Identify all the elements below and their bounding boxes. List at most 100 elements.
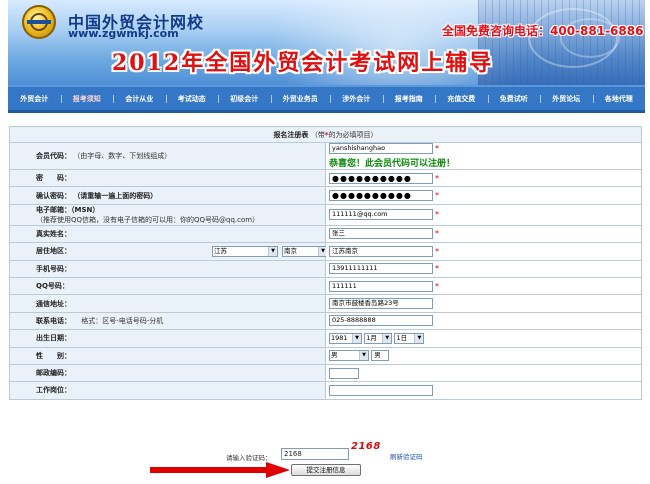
city-select-value: 南京	[284, 247, 297, 256]
member-code-ok-message: 恭喜您！此会员代码可以注册！	[329, 159, 456, 169]
refresh-captcha-link[interactable]: 刷新验证码	[390, 451, 423, 461]
row-region: 居住地区： 江苏 ▼ 南京 ▼ 江苏南京 *	[9, 242, 642, 261]
registration-table: 报名注册表 （带*的为必填项目） 会员代码： （由字母、数字、下划线组成） ya…	[9, 126, 642, 400]
logo-url[interactable]: www.zgwmkj.com	[68, 27, 179, 40]
real-name-label: 真实姓名：	[36, 229, 71, 238]
mobile-label: 手机号码：	[36, 264, 71, 273]
password-input[interactable]: ●●●●●●●●●●	[329, 172, 433, 184]
nav-item-kuaiji-congye[interactable]: 会计从业	[113, 94, 166, 104]
birth-day-value: 1日	[396, 333, 408, 342]
member-code-label: 会员代码：	[36, 152, 71, 160]
phone-input[interactable]: 025-8888888	[329, 315, 433, 327]
birth-month-value: 1月	[366, 333, 377, 342]
form-title-cell: 报名注册表 （带*的为必填项目）	[9, 126, 642, 143]
gender-select[interactable]: 男 ▼	[329, 350, 369, 362]
required-star-icon: *	[435, 229, 439, 239]
chevron-down-icon: ▼	[382, 333, 392, 343]
required-star-icon: *	[435, 173, 439, 183]
qq-input[interactable]: 111111	[329, 280, 433, 292]
chevron-down-icon: ▼	[359, 351, 368, 361]
gender-input[interactable]: 男	[371, 350, 390, 362]
gender-label: 性 别：	[36, 351, 71, 360]
province-select-value: 江苏	[214, 247, 227, 256]
site-banner: 中国外贸会计网校 www.zgwmkj.com 全国免费咨询电话：400-881…	[8, 0, 645, 85]
region-label: 居住地区：	[36, 247, 71, 256]
phone-label: 联系电话：	[36, 316, 71, 325]
birth-label: 出生日期：	[36, 334, 71, 343]
nav-item-mianfei-shiting[interactable]: 免费试听	[487, 94, 541, 104]
job-input[interactable]	[329, 384, 433, 396]
school-logo-icon[interactable]	[22, 5, 56, 39]
email-hint: （推荐使用QQ信箱，没有电子信箱的可以用：你的QQ号码@qq.com）	[36, 215, 260, 224]
mobile-input[interactable]: 13911111111	[329, 263, 433, 275]
hotline-text: 全国免费咨询电话：400-881-6886	[442, 24, 644, 38]
row-real-name: 真实姓名： 张三 *	[9, 224, 642, 244]
red-arrow-icon	[150, 462, 290, 478]
row-mobile: 手机号码： 13911111111 *	[9, 259, 642, 278]
city-select[interactable]: 南京 ▼	[282, 246, 328, 258]
nav-item-shewai-kuaiji[interactable]: 涉外会计	[330, 94, 383, 104]
nav-item-waimao-kuaiji[interactable]: 外贸会计	[8, 94, 61, 104]
nav-item-baokao-zhinan[interactable]: 报考指南	[382, 94, 436, 104]
nav-item-kaoshi-dongtai[interactable]: 考试动态	[165, 94, 219, 104]
job-label: 工作岗位：	[36, 386, 71, 395]
confirm-password-hint: （请重输一遍上面的密码）	[73, 191, 158, 200]
province-select[interactable]: 江苏 ▼	[212, 246, 278, 258]
banner-headline: 2012年全国外贸会计考试网上辅导	[112, 50, 494, 76]
confirm-password-label: 确认密码：	[36, 191, 71, 200]
captcha-label: 请输入验证码：	[226, 454, 272, 462]
nav-item-chuji-kuaiji[interactable]: 初级会计	[218, 94, 271, 104]
nav-item-gedi-daili[interactable]: 各地代理	[592, 94, 646, 104]
row-email: 电子邮箱：（MSN） （推荐使用QQ信箱，没有电子信箱的可以用：你的QQ号码@q…	[9, 203, 642, 226]
required-star-icon: *	[435, 281, 439, 291]
qq-label: QQ号码：	[36, 282, 69, 291]
row-qq: QQ号码： 111111 *	[9, 276, 642, 296]
email-label-suffix: （MSN）	[71, 205, 100, 214]
postcode-input[interactable]	[329, 367, 359, 379]
row-member-code: 会员代码： （由字母、数字、下划线组成） yanshishanghao * 恭喜您…	[9, 142, 642, 170]
member-code-input[interactable]: yanshishanghao	[329, 143, 433, 154]
address-label: 通信地址：	[36, 299, 71, 308]
address-input[interactable]: 南京市鼓楼香岛路23号	[329, 298, 433, 310]
row-password: 密 码： ●●●●●●●●●● *	[9, 168, 642, 188]
submit-registration-button[interactable]: 提交注册信息	[291, 464, 361, 476]
form-title-note-end: 的为必填项目）	[328, 130, 378, 139]
required-star-icon: *	[435, 191, 439, 201]
captcha-input[interactable]: 2168	[281, 448, 349, 460]
row-address: 通信地址： 南京市鼓楼香岛路23号	[9, 294, 642, 313]
nav-item-baokao-xuzhi[interactable]: 报考须知	[60, 94, 114, 104]
birth-day-select[interactable]: 1日 ▼	[394, 332, 425, 344]
birth-month-select[interactable]: 1月 ▼	[364, 332, 393, 344]
row-postcode: 邮政编码：	[9, 363, 642, 383]
real-name-input[interactable]: 张三	[329, 228, 433, 240]
member-code-hint: （由字母、数字、下划线组成）	[73, 152, 172, 160]
confirm-password-input[interactable]: ●●●●●●●●●●	[329, 190, 433, 202]
email-label: 电子邮箱：	[36, 205, 71, 214]
required-star-icon: *	[435, 210, 439, 220]
nav-item-waimao-luntan[interactable]: 外贸论坛	[540, 94, 593, 104]
row-confirm-password: 确认密码： （请重输一遍上面的密码） ●●●●●●●●●● *	[9, 186, 642, 205]
captcha-image: 2168	[351, 441, 381, 452]
row-job: 工作岗位：	[9, 381, 642, 400]
email-input[interactable]: 111111@qq.com	[329, 209, 433, 221]
required-star-icon: *	[435, 144, 439, 153]
registration-form: 报名注册表 （带*的为必填项目） 会员代码： （由字母、数字、下划线组成） ya…	[9, 126, 642, 400]
postcode-label: 邮政编码：	[36, 369, 71, 378]
required-star-icon: *	[435, 264, 439, 274]
row-phone: 联系电话： 格式：区号-电话号码-分机 025-8888888	[9, 311, 642, 331]
nav-item-waimao-yewuyuan[interactable]: 外贸业务员	[270, 94, 331, 104]
form-title: 报名注册表	[273, 130, 309, 139]
row-gender: 性 别： 男 ▼ 男	[9, 346, 642, 365]
gender-select-value: 男	[331, 351, 338, 360]
chevron-down-icon: ▼	[352, 333, 361, 343]
chevron-down-icon: ▼	[268, 247, 277, 257]
region-input[interactable]: 江苏南京	[329, 245, 433, 257]
chevron-down-icon: ▼	[414, 333, 424, 343]
main-nav: 外贸会计 报考须知 会计从业 考试动态 初级会计 外贸业务员 涉外会计 报考指南…	[8, 85, 645, 113]
form-title-note: （带	[310, 130, 325, 139]
birth-year-select[interactable]: 1981 ▼	[329, 332, 362, 344]
birth-year-value: 1981	[331, 333, 348, 342]
phone-hint: 格式：区号-电话号码-分机	[81, 316, 164, 325]
nav-item-chongzhi-jiaofei[interactable]: 充值交费	[435, 94, 488, 104]
password-label: 密 码：	[36, 174, 71, 183]
